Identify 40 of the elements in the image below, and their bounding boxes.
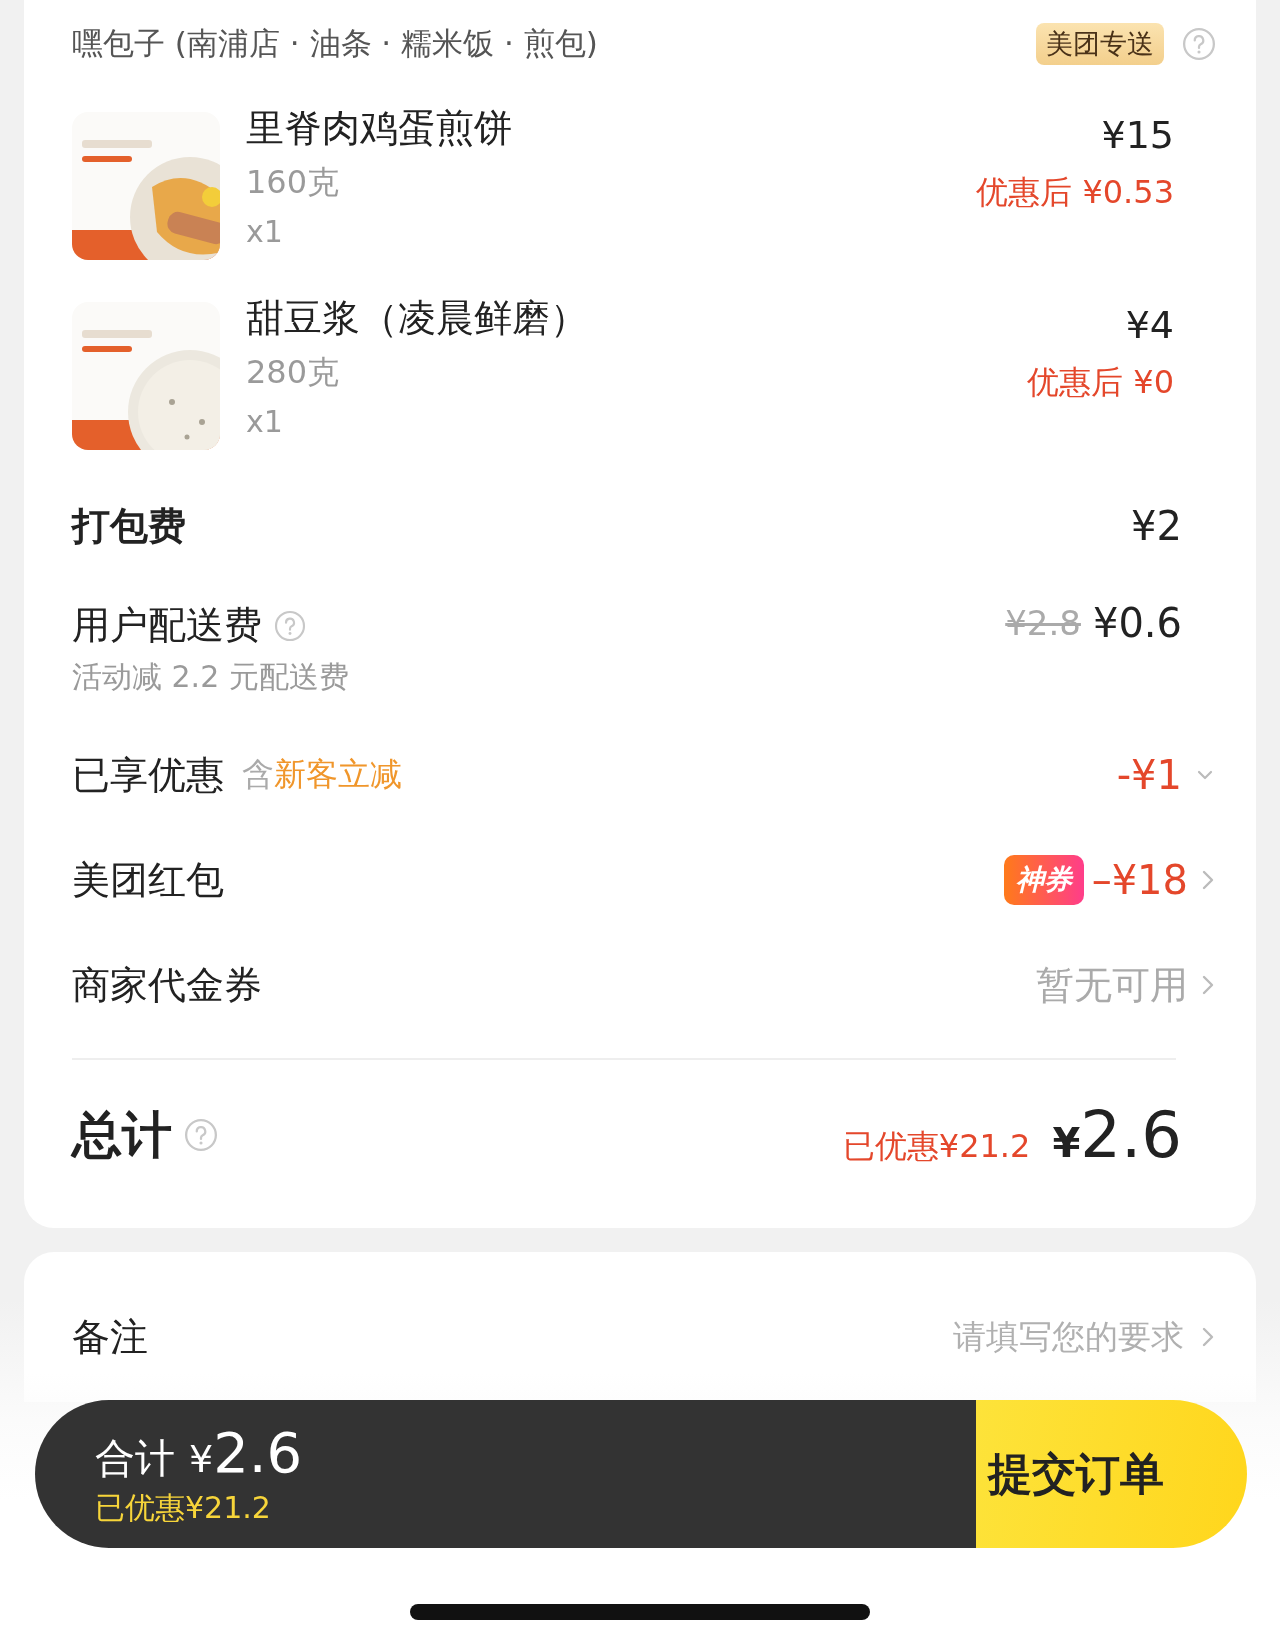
store-name: 嘿包子 (南浦店 · 油条 · 糯米饭 · 煎包) [72,24,598,63]
item-name: 甜豆浆（凌晨鲜磨） [246,295,589,342]
fee-label: 打包费 [72,502,186,550]
item-weight: 280克 [246,352,341,393]
discount-type: 新客立减 [274,754,402,795]
discounted-price: 优惠后 ¥0 [1027,362,1174,403]
home-indicator[interactable] [410,1604,870,1620]
total-amount: ¥2.6 [1052,1098,1182,1172]
discount-value: -¥1 [1116,752,1182,798]
fee-value: ¥0.6 [1092,600,1182,646]
item-weight: 160克 [246,162,341,203]
total-savings: 已优惠¥21.2 [842,1126,1031,1167]
total-label: 总计 [72,1104,172,1166]
fee-value: ¥2 [1131,503,1182,549]
checkout-label: 合计 [95,1433,175,1483]
submit-order-button[interactable]: 提交订单 [976,1400,1247,1548]
fee-label: 用户配送费 [72,602,262,649]
item-quantity: x1 [246,213,284,251]
original-price: ¥2.8 [1005,603,1081,643]
discounted-price: 优惠后 ¥0.53 [976,172,1174,213]
note-label: 备注 [72,1313,148,1361]
item-price: ¥15 [1101,112,1174,159]
voucher-value[interactable]: 暂无可用 [1036,959,1188,1011]
discount-prefix: 含 [242,754,274,795]
checkout-savings: 已优惠¥21.2 [95,1488,272,1527]
discount-label: 已享优惠 [72,751,224,799]
delivery-badge: 美团专送 [1036,23,1164,65]
item-name: 里脊肉鸡蛋煎饼 [246,105,513,152]
item-price: ¥4 [1125,302,1174,349]
coupon-value[interactable]: –¥18 [1091,857,1188,903]
help-icon[interactable] [184,1118,218,1152]
voucher-label: 商家代金券 [72,961,262,1009]
coupon-label: 美团红包 [72,856,224,904]
note-field[interactable]: 请填写您的要求 [953,1314,1184,1360]
help-icon[interactable] [1182,27,1216,61]
checkout-amount: ¥2.6 [189,1419,303,1485]
coupon-tag: 神券 [1003,855,1084,905]
help-icon[interactable] [274,609,306,642]
fee-note: 活动减 2.2 元配送费 [72,658,349,696]
item-quantity: x1 [246,403,284,441]
